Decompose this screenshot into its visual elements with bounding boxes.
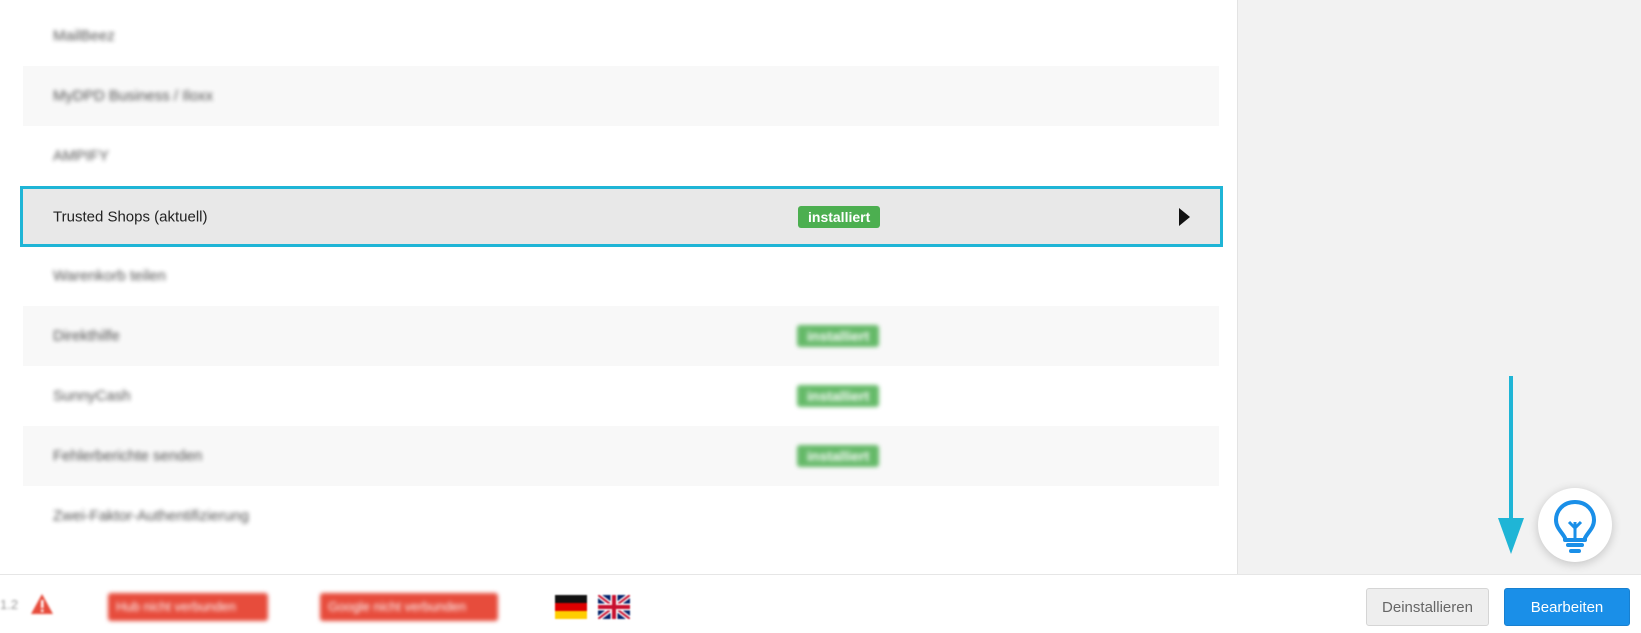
edit-button[interactable]: Bearbeiten (1504, 588, 1630, 626)
installed-badge: installiert (797, 445, 880, 467)
warning-triangle-icon[interactable] (30, 593, 54, 615)
annotation-arrow-icon (1498, 376, 1524, 554)
module-name: Direkthilfe (53, 327, 120, 345)
hub-status-badge[interactable]: Hub nicht verbunden (108, 593, 268, 621)
installed-badge: installiert (797, 385, 880, 407)
flag-germany-icon[interactable] (555, 595, 587, 619)
lightbulb-icon (1554, 500, 1596, 553)
google-status-badge[interactable]: Google nicht verbunden (320, 593, 498, 621)
module-row-2fa[interactable]: Zwei-Faktor-Authentifizierung (23, 486, 1219, 546)
module-row-fehlerberichte[interactable]: Fehlerberichte senden installiert (23, 426, 1219, 486)
module-name: MyDPD Business / Iloxx (53, 87, 214, 105)
module-row-mydpd[interactable]: MyDPD Business / Iloxx (23, 66, 1219, 126)
module-name: MailBeez (53, 27, 115, 45)
installed-badge: installiert (797, 325, 880, 347)
version-label: 1.2 (0, 597, 19, 612)
module-name: Zwei-Faktor-Authentifizierung (53, 507, 249, 525)
module-name: AMPIFY (53, 147, 109, 165)
module-name: SunnyCash (53, 387, 131, 405)
module-row-mailbeez[interactable]: MailBeez (23, 6, 1219, 66)
module-name: Fehlerberichte senden (53, 447, 203, 465)
module-name: Warenkorb teilen (53, 267, 166, 285)
module-list: MailBeez MyDPD Business / Iloxx AMPIFY T… (0, 0, 1236, 572)
module-name: Trusted Shops (aktuell) (53, 208, 208, 225)
module-row-trusted-shops[interactable]: Trusted Shops (aktuell) installiert (20, 186, 1223, 247)
module-row-sunnycash[interactable]: SunnyCash installiert (23, 366, 1219, 426)
caret-right-icon (1179, 207, 1190, 226)
module-row-warenkorb[interactable]: Warenkorb teilen (23, 246, 1219, 306)
installed-badge: installiert (798, 205, 881, 228)
module-row-direkthilfe[interactable]: Direkthilfe installiert (23, 306, 1219, 366)
footer-bar: 1.2 Hub nicht verbunden Google nicht ver… (0, 574, 1641, 633)
module-row-ampify[interactable]: AMPIFY (23, 126, 1219, 186)
uninstall-button[interactable]: Deinstallieren (1366, 588, 1489, 626)
flag-uk-icon[interactable] (598, 595, 630, 619)
help-button[interactable] (1538, 488, 1612, 562)
